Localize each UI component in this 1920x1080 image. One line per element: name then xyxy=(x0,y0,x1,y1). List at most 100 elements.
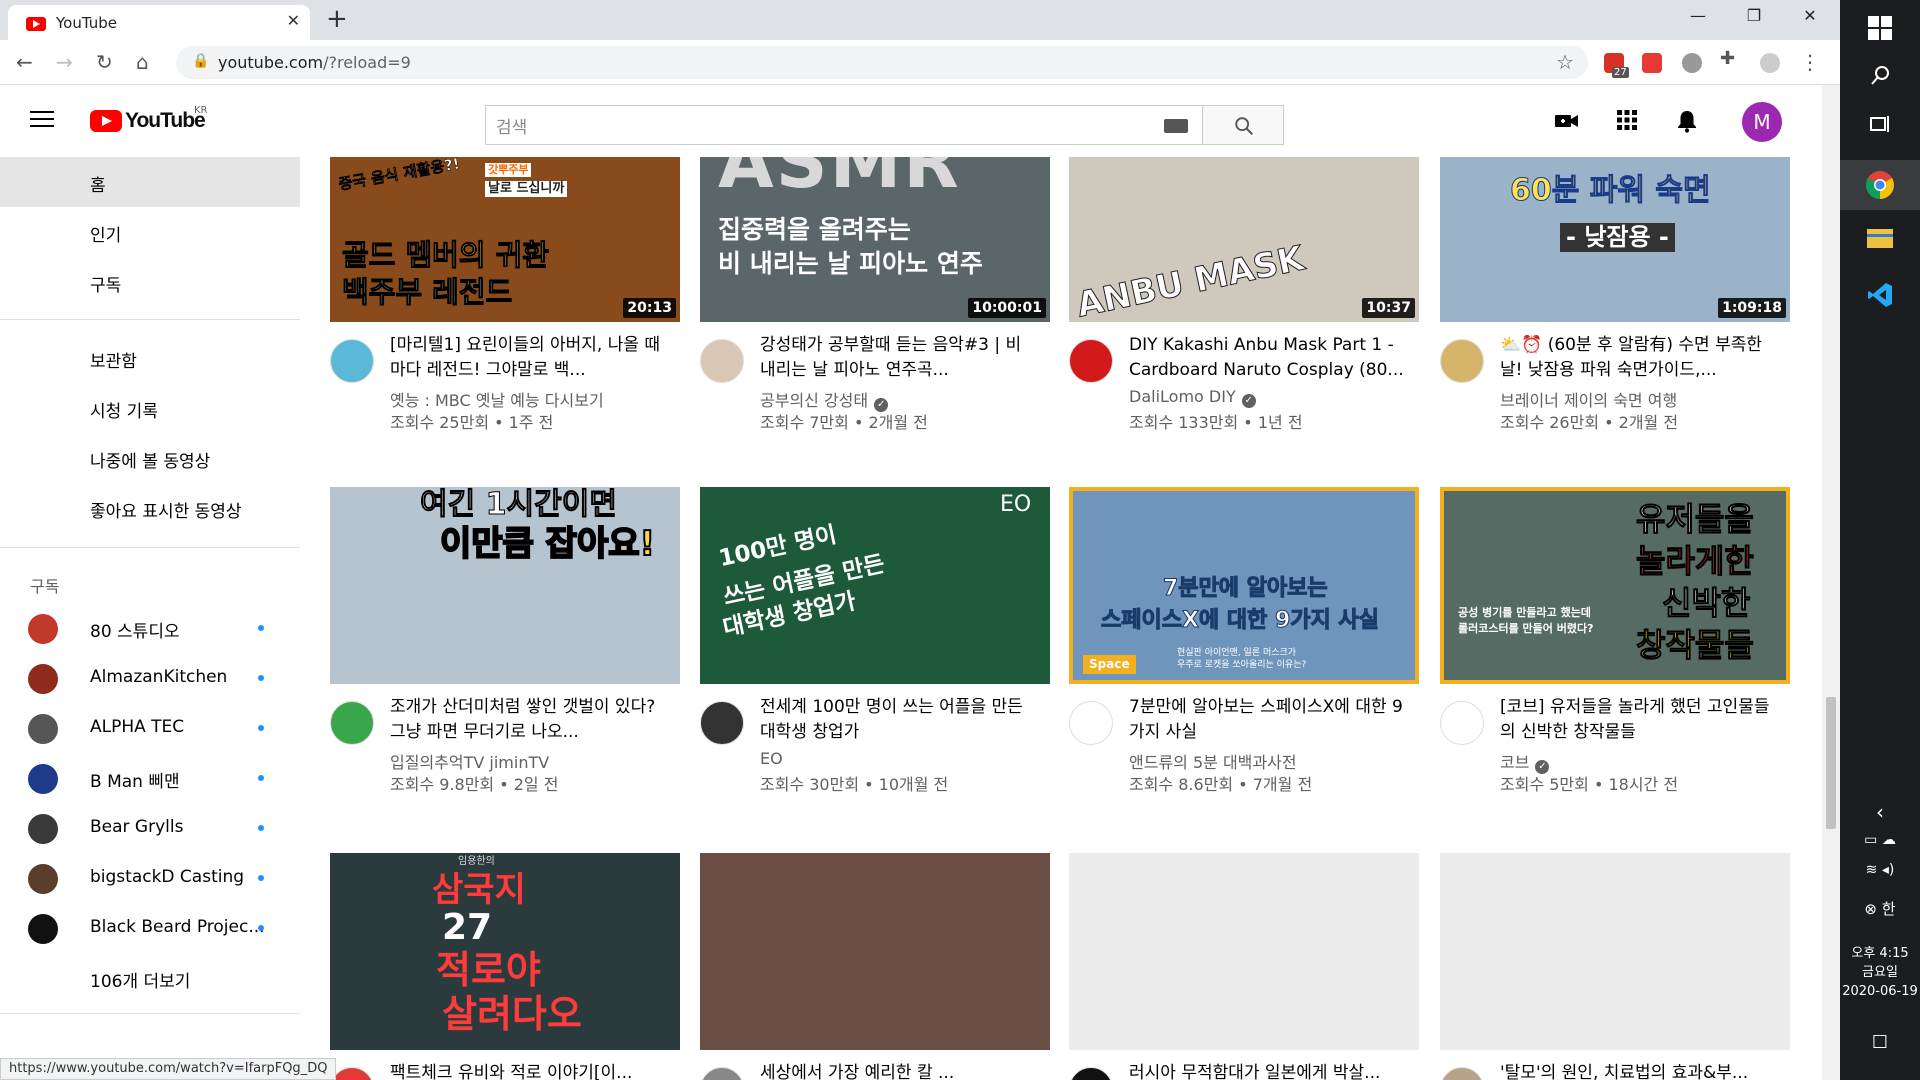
sidebar-channel-item[interactable]: Black Beard Projec... xyxy=(0,903,300,953)
thumbnail-text: ANBU MASK xyxy=(1073,238,1308,322)
video-title[interactable]: [마리텔1] 요린이들의 아버지, 나올 때마다 레전드! 그야말로 백... xyxy=(390,333,670,383)
sidebar-channel-item[interactable]: bigstackD Casting xyxy=(0,853,300,903)
sidebar-channel-item[interactable]: ALPHA TEC xyxy=(0,703,300,753)
minimize-button[interactable]: — xyxy=(1670,6,1726,25)
video-title[interactable]: 팩트체크 유비와 적로 이야기[이... xyxy=(390,1061,670,1080)
account-avatar[interactable]: M xyxy=(1742,102,1782,142)
channel-avatar[interactable] xyxy=(330,1067,374,1080)
sidebar-library-item-1[interactable]: 시청 기록 xyxy=(0,383,300,433)
sidebar-channel-item[interactable]: AlmazanKitchen xyxy=(0,653,300,703)
channel-avatar[interactable] xyxy=(1069,1067,1113,1080)
tray-expand-icon[interactable]: ‹ xyxy=(1840,800,1920,824)
channel-avatar[interactable] xyxy=(700,701,744,745)
video-title[interactable]: 강성태가 공부할때 듣는 음악#3 | 비 내리는 날 피아노 연주곡... xyxy=(760,333,1040,383)
task-view-icon[interactable] xyxy=(1869,112,1891,134)
channel-avatar[interactable] xyxy=(1440,1067,1484,1080)
channel-avatar[interactable] xyxy=(330,701,374,745)
menu-icon[interactable] xyxy=(30,111,54,129)
window-close-button[interactable]: ✕ xyxy=(1782,6,1838,25)
video-title[interactable]: 7분만에 알아보는 스페이스X에 대한 9가지 사실 xyxy=(1129,695,1409,745)
keyboard-icon[interactable] xyxy=(1164,119,1188,133)
video-thumbnail[interactable] xyxy=(1440,853,1790,1050)
page-scrollbar[interactable] xyxy=(1822,85,1840,1080)
channel-name[interactable]: EO xyxy=(760,749,783,768)
apps-grid-icon[interactable] xyxy=(1616,109,1638,131)
restore-button[interactable]: ❐ xyxy=(1726,6,1782,25)
video-title[interactable]: DIY Kakashi Anbu Mask Part 1 - Cardboard… xyxy=(1129,333,1409,383)
channel-name[interactable]: 앤드류의 5분 대백과사전 xyxy=(1129,749,1297,773)
sidebar-item-1[interactable]: 인기 xyxy=(0,207,300,257)
video-thumbnail[interactable]: 7분만에 알아보는 스페이스X에 대한 9가지 사실 Space 현실판 아이언맨, … xyxy=(1069,487,1419,684)
youtube-logo[interactable]: YouTube KR xyxy=(90,105,208,132)
sidebar-channel-item[interactable]: Bear Grylls xyxy=(0,803,300,853)
video-title[interactable]: 러시아 무적함대가 일본에게 박살... xyxy=(1129,1061,1409,1080)
thumbnail-text: 스페이스X에 대한 9가지 사실 xyxy=(1101,608,1380,633)
network-volume-icons[interactable]: ≋ ◂) xyxy=(1840,862,1920,878)
video-thumbnail[interactable]: 삼국지 27 적로야 살려다오 임용한의 xyxy=(330,853,680,1050)
video-thumbnail[interactable] xyxy=(1069,853,1419,1050)
channel-avatar[interactable] xyxy=(1440,701,1484,745)
home-button[interactable]: ⌂ xyxy=(136,50,149,74)
notifications-bell-icon[interactable] xyxy=(1676,109,1698,133)
new-tab-button[interactable]: + xyxy=(326,4,348,34)
chrome-taskbar-button[interactable] xyxy=(1840,160,1920,210)
video-title[interactable]: 세상에서 가장 예리한 칼 ... xyxy=(760,1061,1040,1080)
thumbnail-text: 백주부 레전드 xyxy=(341,275,513,309)
tray-status-icons[interactable]: ▭ ☁ xyxy=(1840,832,1920,848)
vscode-icon[interactable] xyxy=(1867,282,1893,308)
youtube-extension-icon[interactable] xyxy=(1642,53,1662,73)
windows-start-icon[interactable] xyxy=(1866,14,1894,42)
search-button[interactable] xyxy=(1202,105,1284,145)
create-video-icon[interactable] xyxy=(1554,109,1580,133)
puzzle-extensions-icon[interactable]: ✚ xyxy=(1720,48,1740,69)
thumbnail-text: 현실판 아이언맨, 일론 머스크가 xyxy=(1177,648,1297,658)
youtube-play-icon xyxy=(90,110,122,132)
browser-tab[interactable]: YouTube ✕ xyxy=(8,5,310,40)
file-explorer-icon[interactable] xyxy=(1866,226,1894,250)
forward-button[interactable]: → xyxy=(56,50,73,74)
video-title[interactable]: '탈모'의 원인, 치료법의 효과&부... xyxy=(1500,1061,1780,1080)
extension-icon[interactable] xyxy=(1682,53,1702,73)
reload-button[interactable]: ↻ xyxy=(96,50,113,74)
scrollbar-thumb[interactable] xyxy=(1826,697,1836,829)
sidebar-library-item-2[interactable]: 나중에 볼 동영상 xyxy=(0,433,300,483)
channel-name[interactable]: 브레이너 제이의 숙면 여행 xyxy=(1500,387,1677,411)
sidebar-channel-item[interactable]: 80 스튜디오 xyxy=(0,603,300,653)
video-title[interactable]: 조개가 산더미처럼 쌓인 갯벌이 있다? 그냥 파면 무더기로 나오... xyxy=(390,695,670,745)
notifications-icon[interactable]: ☐ xyxy=(1840,1032,1920,1053)
video-title[interactable]: ⛅⏰ (60분 후 알람有) 수면 부족한 날! 낮잠용 파워 숙면가이드,..… xyxy=(1500,333,1780,383)
channel-avatar[interactable] xyxy=(700,339,744,383)
video-thumbnail[interactable] xyxy=(700,853,1050,1050)
channel-name[interactable]: DaliLomo DIY ✓ xyxy=(1129,387,1256,408)
browser-menu-icon[interactable]: ⋮ xyxy=(1800,50,1820,74)
ime-indicator[interactable]: ⊗ 한 xyxy=(1840,898,1920,919)
bookmark-star-icon[interactable]: ☆ xyxy=(1556,50,1574,74)
tab-close-icon[interactable]: ✕ xyxy=(287,11,300,30)
video-thumbnail[interactable]: 100만 명이 쓰는 어플을 만든 대학생 창업가 EO xyxy=(700,487,1050,684)
channel-avatar[interactable] xyxy=(1069,701,1113,745)
back-button[interactable]: ← xyxy=(16,50,33,74)
channel-avatar[interactable] xyxy=(1069,339,1113,383)
channel-avatar[interactable] xyxy=(1440,339,1484,383)
video-thumbnail[interactable]: 유저들을 놀라게한 신박한 창작물들 공성 병기를 만들라고 했는데 롤러코스터를 만들어… xyxy=(1440,487,1790,684)
sidebar-library-item-0[interactable]: 보관함 xyxy=(0,333,300,383)
address-bar[interactable]: 🔒 youtube.com/?reload=9 ☆ xyxy=(176,46,1588,79)
profile-icon[interactable] xyxy=(1760,53,1780,73)
channel-name[interactable]: 입질의추억TV jiminTV xyxy=(390,749,549,773)
sidebar-library-item-3[interactable]: 좋아요 표시한 동영상 xyxy=(0,483,300,533)
sidebar-item-2[interactable]: 구독 xyxy=(0,257,300,307)
channel-avatar[interactable] xyxy=(700,1067,744,1080)
show-more-button[interactable]: 106개 더보기 xyxy=(0,953,300,1003)
taskbar-search-icon[interactable] xyxy=(1870,64,1892,86)
video-thumbnail[interactable]: 여긴 1시간이면 이만큼 잡아요! xyxy=(330,487,680,684)
taskbar-clock[interactable]: 오후 4:15 금요일 2020-06-19 xyxy=(1840,944,1920,1001)
video-title[interactable]: 전세계 100만 명이 쓰는 어플을 만든 대학생 창업가 xyxy=(760,695,1040,745)
video-title[interactable]: [코브] 유저들을 놀라게 했던 고인물들의 신박한 창작물들 xyxy=(1500,695,1780,745)
channel-avatar[interactable] xyxy=(330,339,374,383)
search-input[interactable]: 검색 xyxy=(485,105,1202,145)
channel-name[interactable]: 옛능 : MBC 옛날 예능 다시보기 xyxy=(390,387,604,411)
new-content-dot xyxy=(258,875,264,881)
sidebar-channel-item[interactable]: B Man 삐맨 xyxy=(0,753,300,803)
sidebar-item-0[interactable]: 홈 xyxy=(0,157,300,207)
lock-icon[interactable]: 🔒 xyxy=(192,53,209,69)
